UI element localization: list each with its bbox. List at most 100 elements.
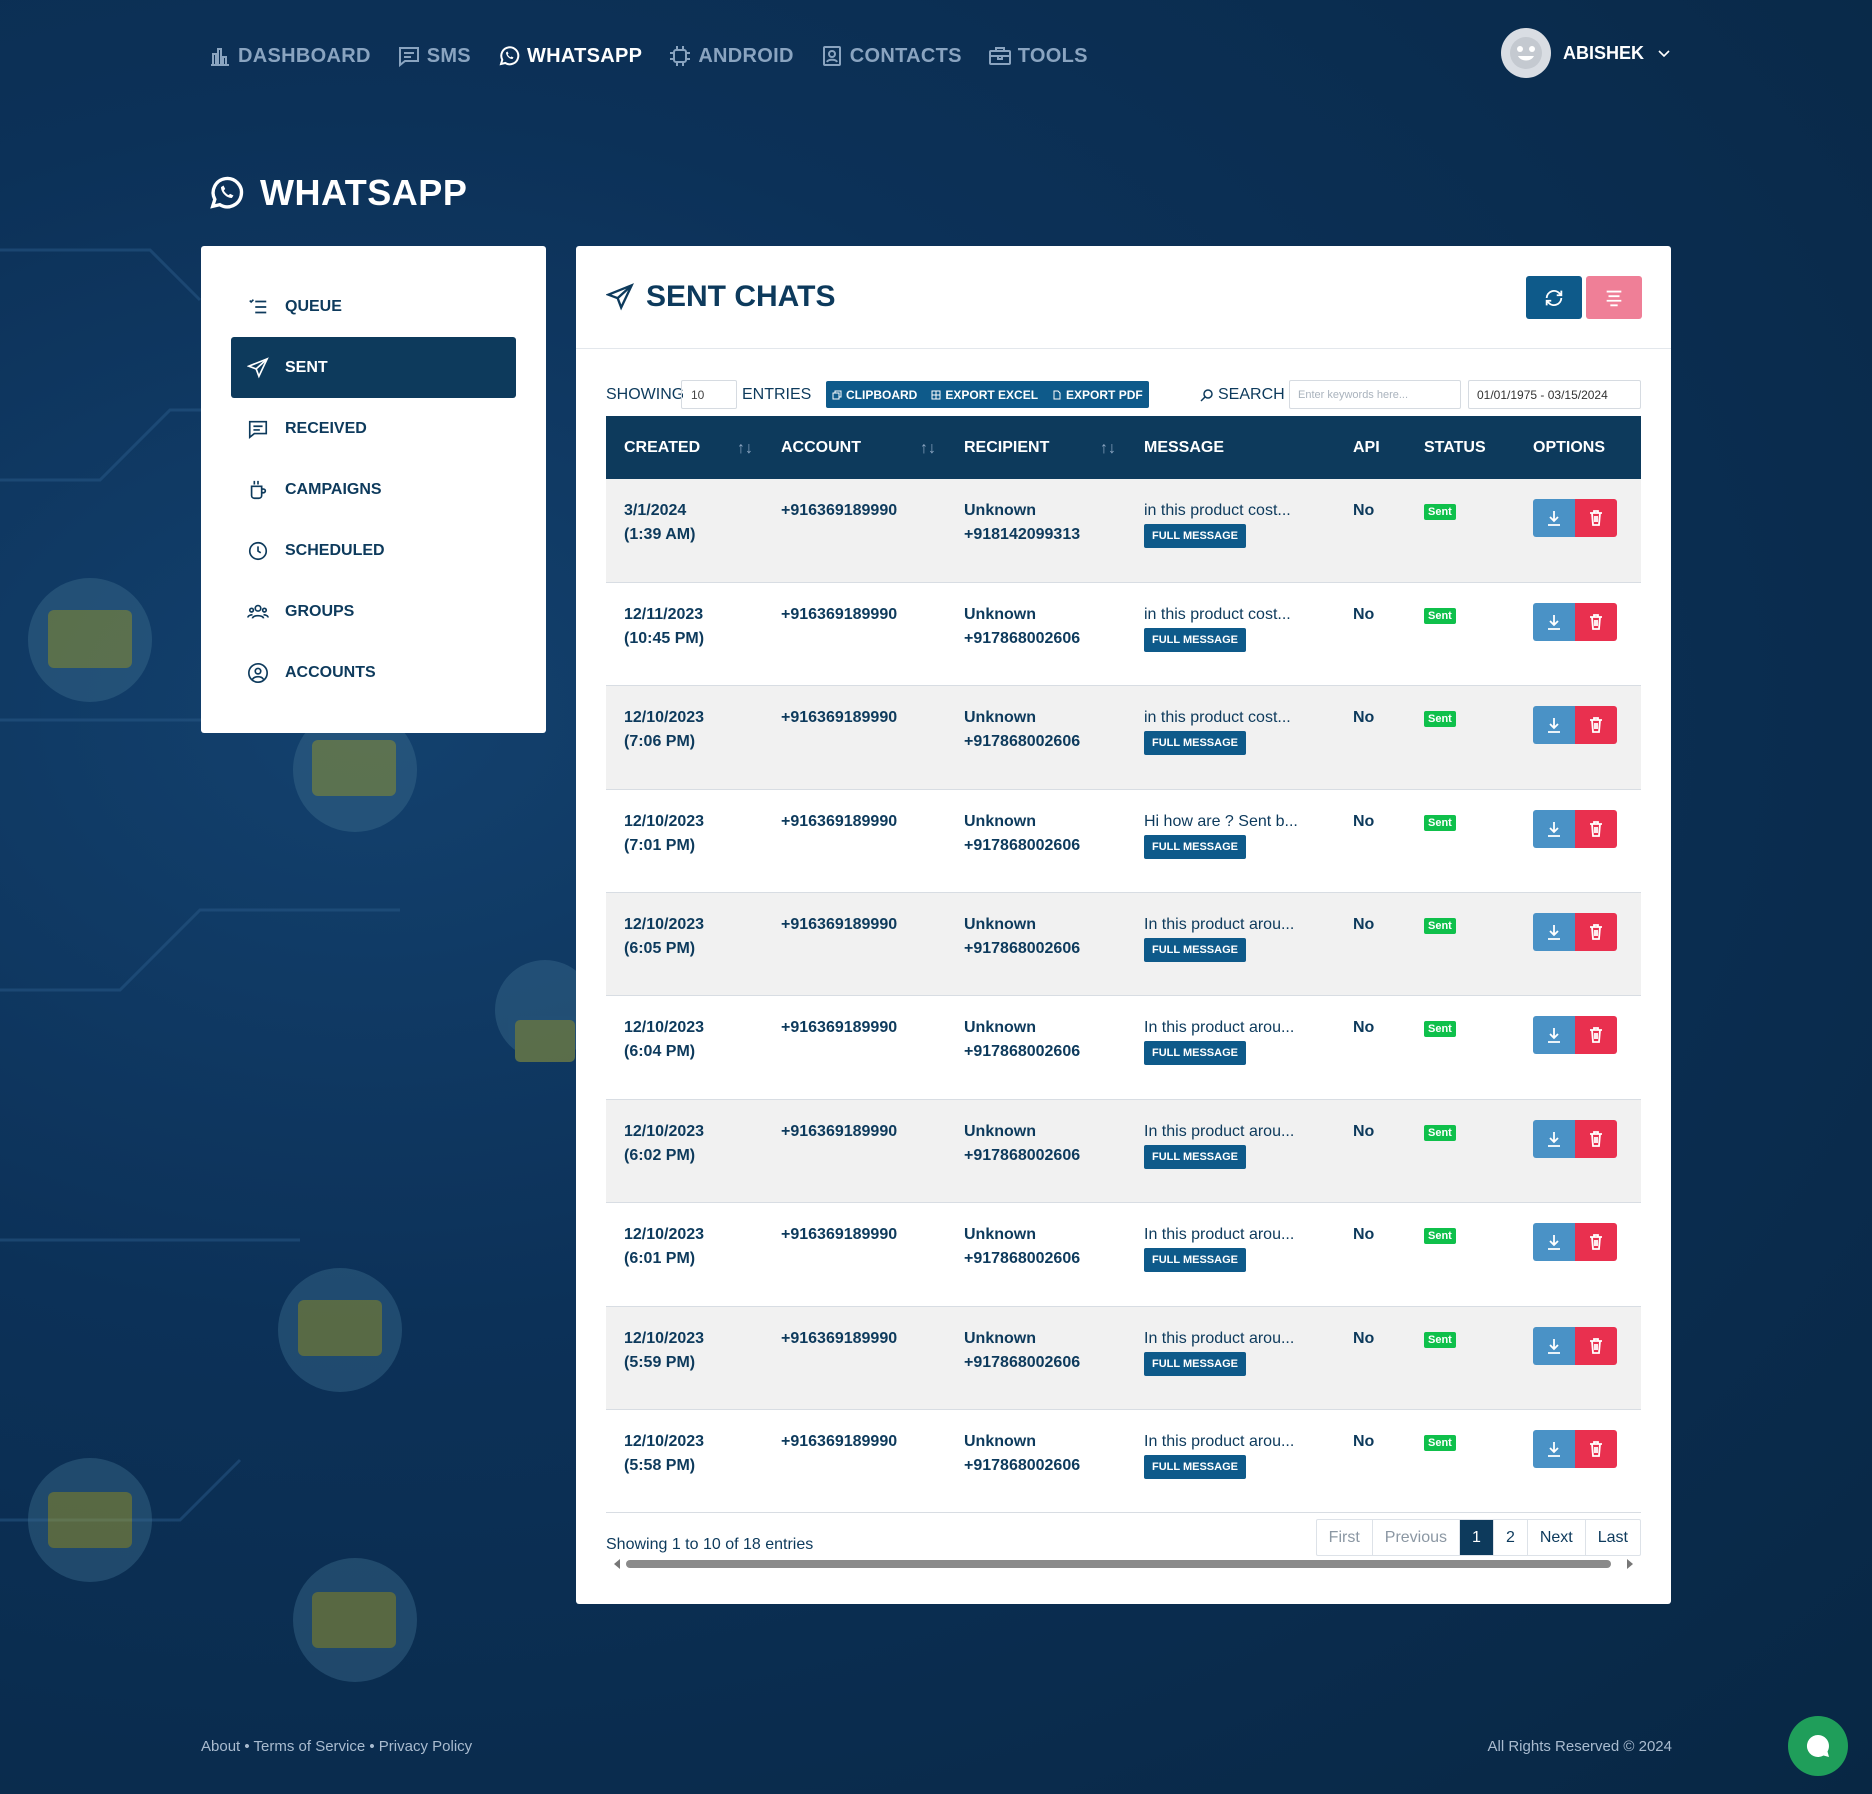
full-message-button[interactable]: FULL MESSAGE: [1144, 1144, 1246, 1169]
sidebar-item-campaigns[interactable]: CAMPAIGNS: [231, 459, 516, 520]
column-header-recipient[interactable]: RECIPIENT ↑↓: [946, 416, 1126, 479]
clear-button[interactable]: [1586, 276, 1642, 319]
sidebar-item-accounts[interactable]: ACCOUNTS: [231, 642, 516, 703]
download-button[interactable]: [1533, 602, 1575, 641]
bar-chart-icon: [211, 48, 229, 66]
created-cell: 12/10/2023 (6:02 PM): [606, 1099, 763, 1202]
paper-plane-icon: [247, 356, 269, 378]
recipient-cell: Unknown +917868002606: [946, 893, 1126, 996]
full-message-button[interactable]: FULL MESSAGE: [1144, 627, 1246, 652]
chevron-down-icon[interactable]: [1656, 45, 1672, 61]
search-icon: [1200, 389, 1213, 402]
download-button[interactable]: [1533, 913, 1575, 952]
row-actions: [1533, 809, 1641, 848]
scroll-left-icon[interactable]: [614, 1559, 620, 1569]
delete-button[interactable]: [1575, 809, 1617, 848]
user-menu[interactable]: ABISHEK: [1500, 28, 1672, 78]
delete-button[interactable]: [1575, 1326, 1617, 1365]
full-message-button[interactable]: FULL MESSAGE: [1144, 524, 1246, 548]
table-row: 12/10/2023 (5:59 PM) +916369189990 Unkno…: [606, 1306, 1641, 1410]
scroll-right-icon[interactable]: [1627, 1559, 1633, 1569]
clipboard-label: CLIPBOARD: [846, 387, 918, 402]
page-title-text: WHATSAPP: [260, 172, 468, 213]
chat-bubble-icon: [248, 420, 268, 439]
sidebar-item-received[interactable]: RECEIVED: [231, 398, 516, 459]
clipboard-button[interactable]: CLIPBOARD: [832, 388, 917, 402]
nav-dashboard[interactable]: DASHBOARD: [208, 44, 371, 68]
delete-button[interactable]: [1575, 602, 1617, 641]
column-header-label: STATUS: [1424, 438, 1486, 456]
column-header-account[interactable]: ACCOUNT ↑↓: [763, 416, 946, 479]
nav-contacts[interactable]: CONTACTS: [820, 44, 962, 68]
full-message-button[interactable]: FULL MESSAGE: [1144, 1351, 1246, 1376]
page-1-button[interactable]: 1: [1459, 1520, 1493, 1555]
delete-button[interactable]: [1575, 706, 1617, 745]
download-button[interactable]: [1533, 499, 1575, 537]
full-message-button[interactable]: FULL MESSAGE: [1144, 1041, 1246, 1066]
entries-select[interactable]: 10: [681, 380, 737, 409]
date-range-input[interactable]: 01/01/1975 - 03/15/2024: [1468, 380, 1641, 409]
refresh-button[interactable]: [1526, 276, 1582, 319]
api-cell: No: [1353, 812, 1375, 830]
horizontal-scrollbar[interactable]: [606, 1556, 1641, 1570]
scrollbar-thumb[interactable]: [626, 1560, 1611, 1568]
export-pdf-button[interactable]: EXPORT PDF: [1052, 388, 1143, 402]
full-message-button[interactable]: FULL MESSAGE: [1144, 834, 1246, 859]
search-input[interactable]: Enter keywords here...: [1289, 380, 1461, 409]
download-button[interactable]: [1533, 1016, 1575, 1055]
page-previous-button[interactable]: Previous: [1371, 1520, 1459, 1555]
sort-icon[interactable]: ↑↓: [1100, 440, 1116, 458]
delete-button[interactable]: [1575, 1119, 1617, 1158]
sidebar-item-scheduled[interactable]: SCHEDULED: [231, 520, 516, 581]
footer-links[interactable]: About • Terms of Service • Privacy Polic…: [201, 1738, 472, 1755]
recipient-name: Unknown: [964, 605, 1036, 623]
chat-widget-button[interactable]: [1788, 1716, 1848, 1776]
delete-button[interactable]: [1575, 499, 1617, 537]
nav-android[interactable]: ANDROID: [668, 44, 793, 68]
sidebar-item-sent[interactable]: SENT: [231, 337, 516, 398]
page-next-button[interactable]: Next: [1526, 1520, 1585, 1555]
sidebar-item-label: ACCOUNTS: [285, 663, 376, 681]
sidebar-item-label: CAMPAIGNS: [285, 480, 382, 498]
download-button[interactable]: [1533, 1119, 1575, 1158]
page-first-button[interactable]: First: [1317, 1520, 1372, 1555]
full-message-button[interactable]: FULL MESSAGE: [1144, 1455, 1246, 1480]
nav-whatsapp[interactable]: WHATSAPP: [497, 44, 642, 68]
recipient-name: Unknown: [964, 709, 1036, 727]
delete-button[interactable]: [1575, 1016, 1617, 1055]
sidebar-item-label: QUEUE: [285, 297, 342, 315]
download-button[interactable]: [1533, 809, 1575, 848]
export-excel-button[interactable]: EXPORT EXCEL: [931, 388, 1038, 402]
download-button[interactable]: [1533, 1326, 1575, 1365]
download-button[interactable]: [1533, 1223, 1575, 1262]
column-header-created[interactable]: CREATED ↑↓: [606, 416, 763, 479]
created-date: 12/10/2023: [624, 709, 705, 727]
avatar: [1500, 28, 1551, 78]
delete-button[interactable]: [1575, 1430, 1617, 1469]
page-last-button[interactable]: Last: [1584, 1520, 1640, 1555]
trash-icon: [1590, 1234, 1602, 1251]
recipient-cell: Unknown +917868002606: [946, 1410, 1126, 1513]
table-row: 12/10/2023 (5:58 PM) +916369189990 Unkno…: [606, 1410, 1641, 1513]
full-message-button[interactable]: FULL MESSAGE: [1144, 731, 1246, 756]
nav-tools[interactable]: TOOLS: [988, 44, 1088, 68]
download-button[interactable]: [1533, 1430, 1575, 1469]
row-actions: [1533, 1119, 1641, 1158]
trash-icon: [1590, 1337, 1602, 1354]
delete-button[interactable]: [1575, 1223, 1617, 1262]
sort-icon[interactable]: ↑↓: [920, 440, 936, 458]
sidebar-item-queue[interactable]: QUEUE: [231, 276, 516, 337]
message-preview: in this product cost...: [1144, 709, 1291, 727]
full-message-button[interactable]: FULL MESSAGE: [1144, 938, 1246, 963]
api-cell: No: [1353, 1329, 1375, 1347]
nav-sms[interactable]: SMS: [397, 44, 471, 68]
sidebar-item-groups[interactable]: GROUPS: [231, 581, 516, 642]
delete-button[interactable]: [1575, 913, 1617, 952]
page-2-button[interactable]: 2: [1492, 1520, 1527, 1555]
download-icon: [1548, 1338, 1560, 1354]
download-button[interactable]: [1533, 706, 1575, 745]
sent-chats-table: CREATED ↑↓ ACCOUNT ↑↓ RECIPIENT ↑↓ MESSAGE …: [606, 416, 1641, 1513]
sort-icon[interactable]: ↑↓: [737, 440, 753, 458]
full-message-button[interactable]: FULL MESSAGE: [1144, 1248, 1246, 1273]
recipient-name: Unknown: [964, 1019, 1036, 1037]
